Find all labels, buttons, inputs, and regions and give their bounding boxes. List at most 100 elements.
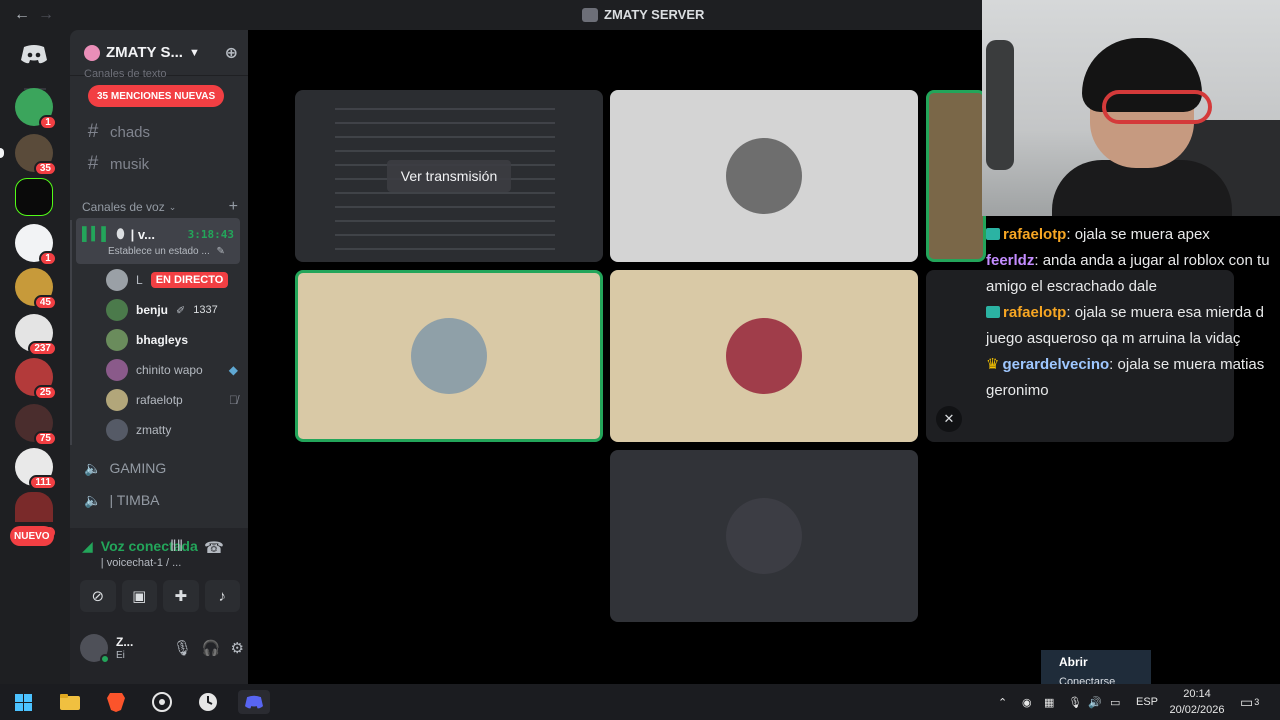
clock-time: 20:14 <box>1183 688 1211 700</box>
voice-channel-label: | TIMBA <box>109 492 160 508</box>
gear-icon[interactable]: ⚙ <box>231 639 244 657</box>
channel-chads[interactable]: # chads <box>80 118 240 146</box>
voice-user-chinito-wapo[interactable]: chinito wapo ◆ <box>106 357 238 383</box>
active-voice-channel[interactable]: ▌▍▌ ⬮ | v... 3:18:43 Establece un estado… <box>76 218 240 264</box>
server-icon-5[interactable]: 45 <box>15 268 57 310</box>
system-clock[interactable]: 20:14 20/02/2026 <box>1166 686 1228 718</box>
voice-channel-path[interactable]: | voicechat-1 / ... <box>101 557 198 569</box>
chat-username: gerardelvecino <box>1002 356 1110 373</box>
server-icon <box>582 7 598 22</box>
avatar <box>106 329 128 351</box>
new-servers-badge[interactable]: NUEVO <box>10 526 54 546</box>
fan-image <box>986 40 1014 170</box>
microphone-tray-icon[interactable]: 🎙 <box>1068 684 1082 720</box>
voice-user-l[interactable]: L EN DIRECTO <box>106 267 238 293</box>
disconnect-icon[interactable]: ☎ <box>204 538 224 558</box>
voice-user-rafaelotp[interactable]: rafaelotp 🎙̸ <box>106 387 238 413</box>
gem-icon: ◆ <box>228 363 238 377</box>
noise-suppression-icon[interactable]: ‖‖ <box>170 538 183 556</box>
broom-icon: ✐ <box>176 304 186 317</box>
notifications-icon[interactable]: ▭ 3 <box>1240 684 1259 720</box>
voice-user-benju[interactable]: benju ✐ 1337 <box>106 297 238 323</box>
voice-channel-name: | v... <box>130 226 155 242</box>
invite-user-icon[interactable]: ⊕ <box>225 43 238 63</box>
server-boost-icon <box>84 44 100 61</box>
discord-home-icon[interactable] <box>14 34 54 74</box>
voice-channel-timba[interactable]: 🔈 | TIMBA <box>80 487 240 513</box>
voice-user-bhagleys[interactable]: bhagleys <box>106 327 238 353</box>
windows-start-icon[interactable] <box>11 690 35 714</box>
activities-button[interactable]: ✚ <box>163 580 199 612</box>
clock-date: 20/02/2026 <box>1169 704 1225 716</box>
camera-off-button[interactable]: ⊘ <box>80 580 116 612</box>
pin-icon: ⬮ <box>116 226 125 241</box>
voice-category[interactable]: Canales de voz ⌄ + <box>82 198 238 216</box>
voice-connected-label[interactable]: Voz conectada <box>101 538 198 554</box>
menu-item-connect[interactable]: Conectarse <box>1059 676 1115 684</box>
file-explorer-icon[interactable] <box>58 690 82 714</box>
participant-tile[interactable] <box>610 270 918 442</box>
menu-item-open[interactable]: Abrir <box>1059 655 1088 669</box>
new-mentions-banner[interactable]: 35 MENCIONES NUEVAS <box>88 85 225 107</box>
brave-browser-icon[interactable] <box>104 690 128 714</box>
server-icon-3[interactable] <box>15 178 53 216</box>
webcam-overlay <box>982 0 1280 216</box>
obs-icon[interactable] <box>150 690 174 714</box>
server-icon-10[interactable]: 157 <box>15 492 57 540</box>
voice-user-zmatty[interactable]: zmatty <box>106 417 238 443</box>
user-area[interactable]: Z... Ei 🎙 🎧 ⚙ <box>80 628 244 668</box>
chat-text: ojala se muera apex <box>1074 226 1210 243</box>
forward-arrow-icon[interactable]: → <box>38 6 54 24</box>
server-icon-9[interactable]: 111 <box>15 448 57 490</box>
discord-taskbar-icon[interactable] <box>238 690 270 714</box>
input-language[interactable]: ESP <box>1136 684 1158 720</box>
stream-tile[interactable]: Ver transmisión <box>295 90 603 262</box>
clock-app-icon[interactable] <box>196 690 220 714</box>
pencil-icon[interactable]: ✎ <box>217 246 225 257</box>
mention-badge: 75 <box>33 431 57 446</box>
channel-label: chads <box>110 123 151 141</box>
set-status-text[interactable]: Establece un estado ... <box>108 246 210 257</box>
avatar <box>80 634 110 664</box>
chevron-down-icon: ⌄ <box>168 201 177 212</box>
chevron-down-icon: ▼ <box>188 46 200 59</box>
headphones-icon[interactable]: 🎧 <box>202 639 221 657</box>
server-icon-6[interactable]: 237 <box>15 314 57 356</box>
server-icon-2[interactable]: 35 <box>0 134 57 176</box>
window-title-text: ZMATY SERVER <box>604 7 705 22</box>
participant-tile[interactable] <box>610 450 918 622</box>
voice-connection-panel: ◢ Voz conectada | voicechat-1 / ... ‖‖ ☎… <box>70 528 248 684</box>
signal-icon[interactable]: ◢ <box>82 538 93 555</box>
user-tag-icon <box>986 306 1000 318</box>
avatar <box>106 269 128 291</box>
back-arrow-icon[interactable]: ← <box>14 6 30 24</box>
network-icon[interactable]: ▭ <box>1110 684 1120 720</box>
voice-activity-icon: ▌▍▌ <box>82 226 111 241</box>
chat-message: rafaelotp: ojala se muera esa mierda d j… <box>986 304 1264 347</box>
volume-icon[interactable]: 🔊 <box>1088 684 1102 720</box>
server-icon-8[interactable]: 75 <box>15 404 57 446</box>
channel-musik[interactable]: # musik <box>80 150 240 178</box>
voice-channel-gaming[interactable]: 🔈 GAMING <box>80 455 240 481</box>
watch-stream-button[interactable]: Ver transmisión <box>386 160 512 192</box>
server-icon-4[interactable]: 1 <box>15 224 57 266</box>
soundboard-button[interactable]: ♪ <box>204 580 240 612</box>
screen-share-button[interactable]: ▣ <box>121 580 157 612</box>
user-status: Ei <box>116 649 125 661</box>
server-name: ZMATY S... <box>106 44 183 61</box>
participant-tile[interactable] <box>610 90 918 262</box>
microphone-icon[interactable]: 🎙 <box>173 639 192 657</box>
server-icon-7[interactable]: 25 <box>15 358 57 400</box>
discord-app: ← → ZMATY SERVER 1 35 1 45 237 25 75 111… <box>0 0 1280 684</box>
user-tag-icon <box>986 228 1000 240</box>
server-icon-1[interactable]: 1 <box>15 88 57 130</box>
mention-badge: 237 <box>28 341 57 356</box>
participant-tile-speaking[interactable] <box>295 270 603 442</box>
discord-tray-icon[interactable]: ◉ <box>1022 684 1032 720</box>
notification-count: 3 <box>1254 697 1260 707</box>
add-channel-icon[interactable]: + <box>229 198 238 216</box>
mention-badge: 35 <box>33 161 57 176</box>
participant-tile-partial[interactable] <box>926 90 986 262</box>
app-tray-icon[interactable]: ▦ <box>1044 684 1054 720</box>
tray-expand-icon[interactable]: ⌃ <box>998 684 1007 720</box>
